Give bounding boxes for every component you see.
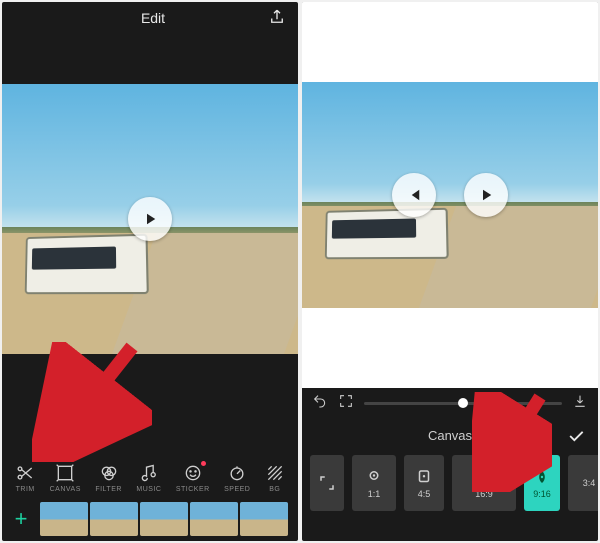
clip-thumb[interactable] bbox=[140, 502, 188, 536]
seek-slider[interactable] bbox=[364, 402, 562, 405]
annotation-arrow bbox=[32, 342, 152, 462]
tool-sticker[interactable]: STICKER bbox=[176, 463, 210, 493]
add-clip-button[interactable]: + bbox=[8, 506, 34, 532]
ratio-3-4[interactable]: 3:4 bbox=[568, 455, 598, 511]
tool-filter[interactable]: FILTER bbox=[95, 463, 122, 493]
clip-thumb[interactable] bbox=[190, 502, 238, 536]
tool-bg[interactable]: BG bbox=[265, 463, 285, 493]
confirm-icon[interactable] bbox=[566, 426, 586, 449]
aspect-ratio-list: 1:1 4:5 16:9 9:16 3:4 4:3 bbox=[302, 449, 598, 523]
tool-label: MUSIC bbox=[136, 486, 161, 493]
ratio-16-9[interactable]: 16:9 bbox=[452, 455, 516, 511]
ratio-4-5[interactable]: 4:5 bbox=[404, 455, 444, 511]
panel-title: Canvas bbox=[428, 428, 472, 443]
ratio-label: 1:1 bbox=[368, 489, 381, 499]
ratio-label: 4:5 bbox=[418, 489, 431, 499]
fullscreen-icon[interactable] bbox=[338, 393, 354, 414]
ratio-9-16[interactable]: 9:16 bbox=[524, 455, 560, 511]
undo-icon[interactable] bbox=[312, 393, 328, 414]
prev-button[interactable] bbox=[392, 173, 436, 217]
ratio-1-1[interactable]: 1:1 bbox=[352, 455, 396, 511]
tool-music[interactable]: MUSIC bbox=[136, 463, 161, 493]
badge-dot bbox=[201, 461, 206, 466]
clip-thumb[interactable] bbox=[90, 502, 138, 536]
clip-strip[interactable] bbox=[40, 502, 292, 536]
tool-label: BG bbox=[269, 486, 280, 493]
video-preview-916[interactable] bbox=[302, 2, 598, 388]
ratio-label: 9:16 bbox=[533, 489, 551, 499]
tool-label: CANVAS bbox=[50, 486, 81, 493]
tool-label: TRIM bbox=[16, 486, 35, 493]
play-button[interactable] bbox=[128, 197, 172, 241]
share-icon[interactable] bbox=[268, 8, 286, 29]
ratio-label: 16:9 bbox=[475, 489, 493, 499]
timeline[interactable]: + bbox=[2, 497, 298, 541]
edit-toolbar: TRIM CANVAS FILTER MUSIC STICKER SPE bbox=[2, 457, 298, 497]
tool-label: STICKER bbox=[176, 486, 210, 493]
clip-thumb[interactable] bbox=[240, 502, 288, 536]
tool-trim[interactable]: TRIM bbox=[15, 463, 35, 493]
seek-thumb[interactable] bbox=[458, 398, 468, 408]
clip-thumb[interactable] bbox=[40, 502, 88, 536]
tool-label: SPEED bbox=[224, 486, 250, 493]
tool-speed[interactable]: SPEED bbox=[224, 463, 250, 493]
download-icon[interactable] bbox=[572, 393, 588, 414]
playback-bar bbox=[302, 388, 598, 418]
ratio-free[interactable] bbox=[310, 455, 344, 511]
play-button[interactable] bbox=[464, 173, 508, 217]
page-title: Edit bbox=[141, 10, 165, 26]
ratio-label: 3:4 bbox=[583, 478, 596, 488]
tool-canvas[interactable]: CANVAS bbox=[50, 463, 81, 493]
tool-label: FILTER bbox=[95, 486, 122, 493]
video-preview[interactable] bbox=[2, 84, 298, 354]
